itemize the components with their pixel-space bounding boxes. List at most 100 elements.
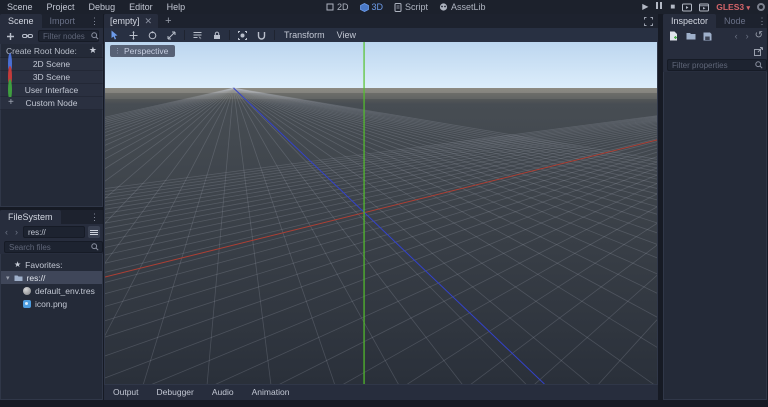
- inspector-empty-area: [663, 72, 767, 400]
- filter-properties-input[interactable]: [667, 59, 767, 71]
- scene-tree-empty-area[interactable]: [0, 110, 103, 207]
- 2d-icon: [326, 3, 334, 11]
- debugger-panel-button[interactable]: Debugger: [148, 385, 203, 400]
- collapse-arrow-icon[interactable]: ▾: [6, 274, 10, 282]
- main-editor-area: [empty] ✕ + Transform View ⋮ Perspective…: [104, 14, 658, 400]
- filter-nodes-input[interactable]: [38, 30, 99, 42]
- group-selected-button[interactable]: [236, 29, 249, 42]
- distraction-free-icon[interactable]: [639, 16, 658, 26]
- dock-menu-icon[interactable]: ⋮: [86, 16, 103, 27]
- search-icon: [91, 243, 99, 251]
- workspace-assetlib-button[interactable]: AssetLib: [439, 2, 486, 12]
- godot-editor-window: Scene Project Debug Editor Help 2D 3D Sc…: [0, 0, 768, 407]
- toolbar-separator: [274, 30, 275, 40]
- menu-project[interactable]: Project: [40, 0, 82, 14]
- root-option-2d-scene[interactable]: 2D Scene: [0, 53, 103, 74]
- animation-panel-button[interactable]: Animation: [243, 385, 299, 400]
- workspace-script-button[interactable]: Script: [394, 2, 428, 12]
- file-item-icon-png[interactable]: icon.png: [1, 297, 102, 310]
- menu-editor[interactable]: Editor: [122, 0, 160, 14]
- tab-import[interactable]: Import: [42, 14, 84, 28]
- file-item-default-env[interactable]: default_env.tres: [1, 284, 102, 297]
- filesystem-tabbar: FileSystem ⋮: [0, 210, 103, 224]
- toolbar-separator: [184, 30, 185, 40]
- scene-tab-bar: [empty] ✕ +: [104, 14, 658, 28]
- history-forward-icon[interactable]: ›: [744, 31, 751, 41]
- res-root-item[interactable]: ▾ res://: [1, 271, 102, 284]
- dock-menu-icon[interactable]: ⋮: [86, 212, 103, 223]
- workspace-2d-button[interactable]: 2D: [326, 2, 349, 12]
- workspace-switcher: 2D 3D Script AssetLib: [326, 0, 486, 14]
- 3d-viewport[interactable]: ⋮ Perspective: [104, 42, 658, 385]
- play-button[interactable]: ▶: [642, 0, 648, 14]
- spatial-toolbar: Transform View: [104, 28, 658, 42]
- tab-filesystem[interactable]: FileSystem: [0, 210, 61, 224]
- add-node-button[interactable]: [4, 30, 17, 43]
- scale-mode-button[interactable]: [165, 29, 178, 42]
- display-mode-toggle[interactable]: [88, 226, 100, 238]
- workspace-assetlib-label: AssetLib: [451, 2, 486, 12]
- select-mode-button[interactable]: [108, 29, 121, 42]
- filesystem-nav: ‹ ›: [0, 224, 103, 240]
- bottom-panel-bar: Output Debugger Audio Animation: [104, 385, 658, 400]
- move-mode-button[interactable]: [127, 29, 140, 42]
- instance-scene-button[interactable]: [21, 30, 34, 43]
- workspace-3d-button[interactable]: 3D: [359, 2, 383, 12]
- favorites-item[interactable]: ★ Favorites:: [1, 258, 102, 271]
- root-option-user-interface[interactable]: User Interface: [0, 79, 103, 100]
- stop-button[interactable]: ■: [670, 0, 675, 14]
- tab-node[interactable]: Node: [716, 14, 754, 28]
- new-scene-tab-button[interactable]: +: [158, 15, 178, 27]
- menu-help[interactable]: Help: [160, 0, 193, 14]
- pause-button[interactable]: [655, 0, 663, 14]
- history-back-icon[interactable]: ‹: [733, 31, 740, 41]
- star-icon: ★: [14, 260, 22, 269]
- viewport-canvas: [105, 42, 657, 384]
- rotate-mode-button[interactable]: [146, 29, 159, 42]
- audio-panel-button[interactable]: Audio: [203, 385, 243, 400]
- sky: [105, 42, 657, 88]
- perspective-menu-button[interactable]: ⋮ Perspective: [110, 45, 176, 57]
- inspector-dock: Inspector Node ⋮ ‹ › ↺: [663, 14, 767, 400]
- menu-debug[interactable]: Debug: [82, 0, 123, 14]
- tab-inspector[interactable]: Inspector: [663, 14, 717, 28]
- scene-tab-empty[interactable]: [empty] ✕: [104, 14, 159, 28]
- workspace-script-label: Script: [405, 2, 429, 12]
- workspace-2d-label: 2D: [337, 2, 349, 12]
- load-resource-icon[interactable]: [684, 30, 697, 43]
- menu-scene[interactable]: Scene: [0, 0, 40, 14]
- save-resource-icon[interactable]: [701, 30, 714, 43]
- play-scene-button[interactable]: [682, 3, 693, 12]
- close-icon[interactable]: ✕: [145, 16, 153, 27]
- snap-toggle-button[interactable]: [255, 29, 268, 42]
- renderer-dropdown[interactable]: GLES3 ▾: [716, 2, 750, 12]
- favorite-star-icon[interactable]: ★: [89, 45, 97, 56]
- node-props-icon[interactable]: [754, 46, 763, 56]
- scene-dock-tabbar: Scene Import ⋮: [0, 14, 103, 28]
- new-resource-icon[interactable]: [667, 30, 680, 43]
- update-spinner-icon[interactable]: [757, 3, 765, 11]
- playback-controls: ▶ ■ GLES3 ▾: [642, 0, 765, 14]
- tab-scene[interactable]: Scene: [0, 14, 42, 28]
- history-back-icon[interactable]: ‹: [3, 227, 10, 237]
- current-path-field[interactable]: [23, 226, 85, 238]
- root-option-custom-node[interactable]: + Custom Node: [0, 97, 103, 110]
- scene-dock: Scene Import ⋮ Create Root Node: ★ 2D Sc…: [0, 14, 103, 207]
- horizon-glow: [105, 88, 657, 93]
- root-option-3d-scene[interactable]: 3D Scene: [0, 66, 103, 87]
- image-file-icon: [23, 299, 31, 308]
- search-files-input[interactable]: [4, 241, 103, 253]
- lock-icon[interactable]: [210, 29, 223, 42]
- horizon-glow-2: [105, 93, 657, 99]
- chevron-down-icon: ▾: [746, 5, 750, 12]
- dock-menu-icon[interactable]: ⋮: [754, 16, 768, 27]
- 3d-icon: [359, 2, 369, 12]
- object-history-icon[interactable]: ↺: [755, 31, 763, 41]
- play-custom-scene-button[interactable]: [699, 3, 710, 12]
- transform-menu[interactable]: Transform: [281, 30, 328, 40]
- list-select-button[interactable]: [191, 29, 204, 42]
- output-panel-button[interactable]: Output: [104, 385, 148, 400]
- history-forward-icon[interactable]: ›: [13, 227, 20, 237]
- search-icon: [755, 61, 763, 69]
- view-menu[interactable]: View: [334, 30, 359, 40]
